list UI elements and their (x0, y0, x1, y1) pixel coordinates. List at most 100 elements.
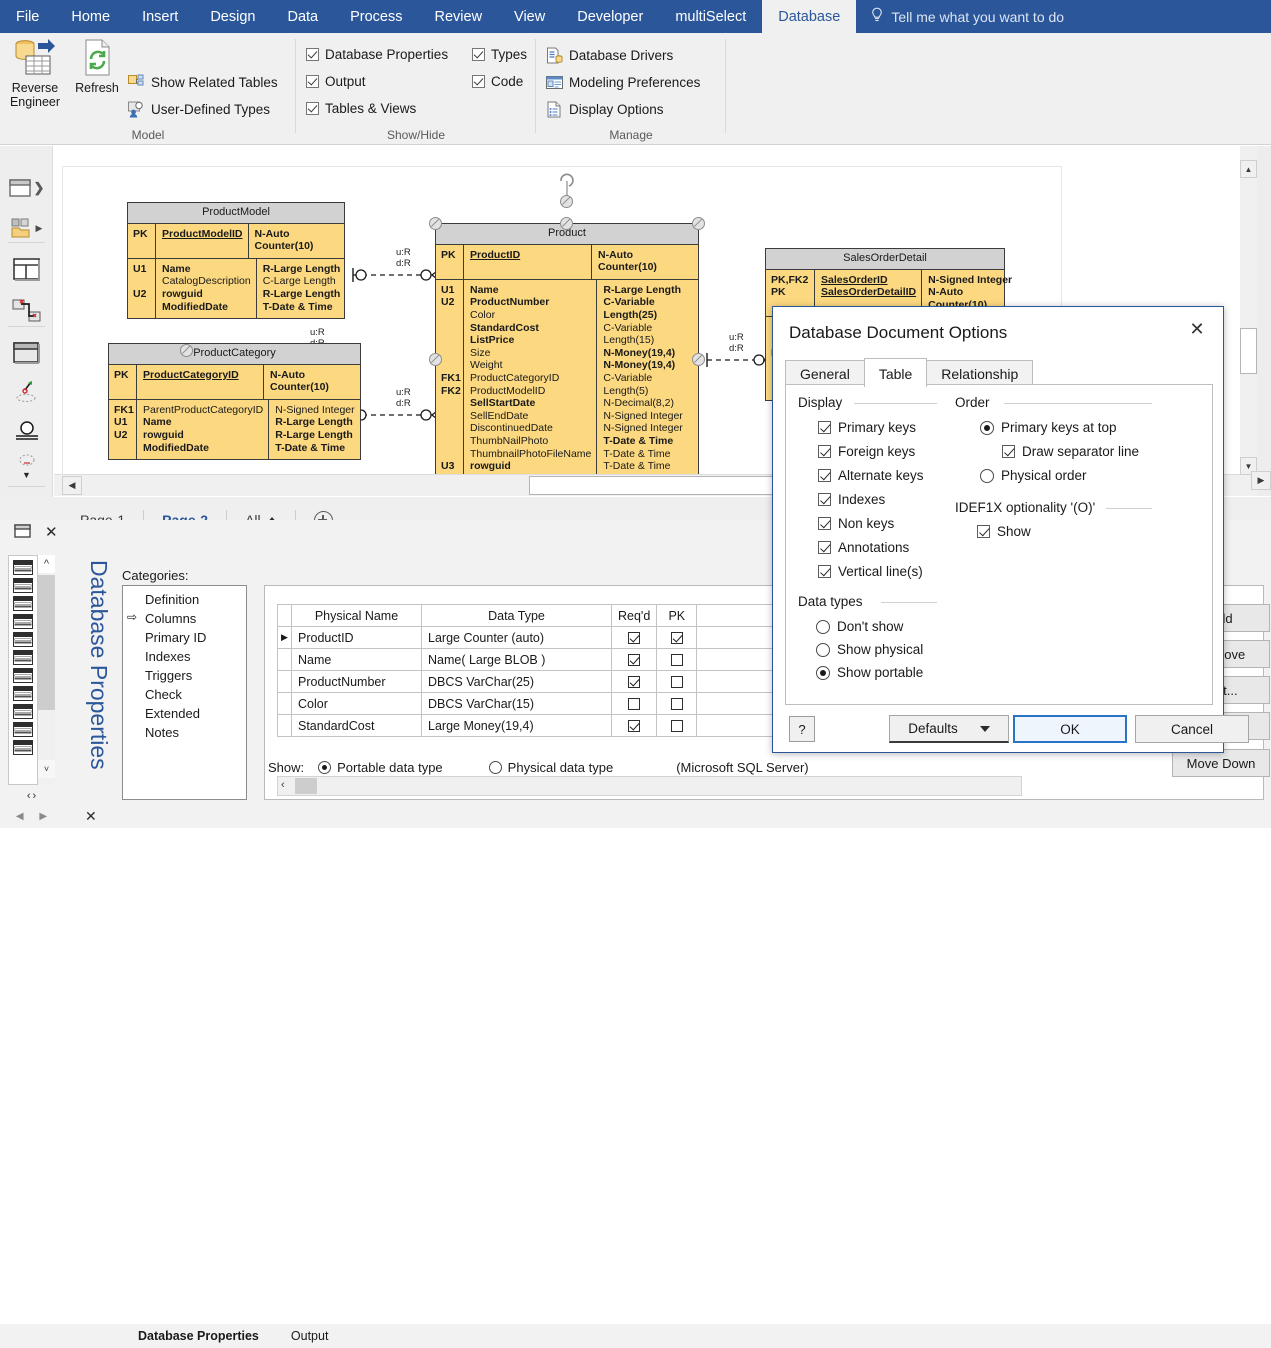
display-options-button[interactable]: Display Options (546, 101, 664, 118)
close-dock-icon[interactable]: ✕ (45, 523, 58, 541)
cell-physical-name[interactable]: StandardCost (291, 714, 422, 737)
category-item-columns[interactable]: Columns (123, 609, 246, 628)
dock-shape-list-scrollbar[interactable]: ^ ˅ (38, 555, 55, 785)
database-document-options-dialog[interactable]: Database Document Options ✕ General Tabl… (772, 306, 1249, 753)
pk-checkbox[interactable] (670, 632, 683, 645)
user-defined-types-button[interactable]: User-Defined Types (128, 101, 270, 118)
ok-button[interactable]: OK (1013, 715, 1127, 743)
cancel-button[interactable]: Cancel (1135, 715, 1249, 743)
radio-show-physical[interactable]: Show physical (816, 642, 923, 657)
pk-checkbox[interactable] (670, 720, 683, 733)
table-tool-button[interactable] (0, 250, 53, 290)
cell-pk[interactable] (656, 692, 698, 715)
view-shape-icon[interactable] (13, 740, 33, 755)
dock-tab-output[interactable]: Output (275, 1329, 345, 1343)
refresh-button[interactable]: Refresh (66, 37, 128, 95)
selection-handle-e[interactable] (692, 353, 705, 366)
checkbox-output[interactable]: Output (306, 74, 366, 89)
pk-checkbox[interactable] (670, 698, 683, 711)
grid-scroll-left-icon[interactable]: ‹ (281, 779, 285, 791)
ribbon-tab-database[interactable]: Database (762, 0, 857, 33)
tell-me-search[interactable]: Tell me what you want to do (856, 0, 1078, 33)
checkbox-database-properties[interactable]: Database Properties (306, 47, 448, 62)
category-item-triggers[interactable]: Triggers (123, 666, 246, 685)
reqd-checkbox[interactable] (628, 632, 641, 645)
cell-pk[interactable] (656, 670, 698, 693)
dock-close-x[interactable]: ✕ (85, 808, 97, 825)
cell-pk[interactable] (656, 714, 698, 737)
category-item-extended[interactable]: Extended (123, 704, 246, 723)
modeling-preferences-button[interactable]: Modeling Preferences (546, 74, 700, 91)
selection-handle-ne[interactable] (692, 217, 705, 230)
ribbon-tab-file[interactable]: File (0, 0, 55, 33)
checkbox-alternate-keys[interactable]: Alternate keys (818, 468, 924, 483)
cell-data-type[interactable]: Name( Large BLOB ) (421, 648, 612, 671)
er-table-product[interactable]: Product PK ProductID N-Auto Counter(10) … (435, 223, 699, 474)
scroll-right-button[interactable]: ▶ (1251, 471, 1271, 490)
cell-physical-name[interactable]: Color (291, 692, 422, 715)
col-header-pk[interactable]: PK (656, 604, 698, 627)
dialog-close-button[interactable]: ✕ (1177, 315, 1217, 343)
reqd-checkbox[interactable] (628, 654, 641, 667)
dialog-tab-general[interactable]: General (785, 360, 865, 387)
table-shape-icon[interactable] (13, 668, 33, 683)
col-header-data-type[interactable]: Data Type (421, 604, 612, 627)
table-shape-icon[interactable] (13, 614, 33, 629)
scroll-up-button[interactable]: ▲ (1240, 160, 1257, 178)
reverse-engineer-button[interactable]: Reverse Engineer (4, 37, 66, 109)
scroll-left-button[interactable]: ◀ (62, 476, 82, 495)
ribbon-tab-review[interactable]: Review (419, 0, 499, 33)
radio-show-portable[interactable]: Show portable (816, 665, 923, 680)
radio-dont-show[interactable]: Don't show (816, 619, 903, 634)
pk-checkbox[interactable] (670, 654, 683, 667)
database-drivers-button[interactable]: Database Drivers (546, 47, 673, 64)
checkbox-primary-keys[interactable]: Primary keys (818, 420, 916, 435)
canvas-vscroll-thumb[interactable] (1240, 328, 1257, 374)
radio-physical-data-type[interactable]: Physical data type (488, 760, 613, 775)
selection-handle-nw[interactable] (429, 217, 442, 230)
cell-data-type[interactable]: Large Counter (auto) (421, 626, 612, 649)
col-header-reqd[interactable]: Req'd (610, 604, 658, 627)
ribbon-tab-multiselect[interactable]: multiSelect (659, 0, 762, 33)
relationship-tool-button[interactable] (0, 291, 53, 331)
category-item-check[interactable]: Check (123, 685, 246, 704)
cell-reqd[interactable] (610, 626, 658, 649)
nav-next-icon[interactable]: ▶ (39, 811, 47, 822)
checkbox-annotations[interactable]: Annotations (818, 540, 909, 555)
radio-primary-keys-at-top[interactable]: Primary keys at top (980, 420, 1117, 435)
ribbon-tab-data[interactable]: Data (271, 0, 334, 33)
cell-physical-name[interactable]: Name (291, 648, 422, 671)
table-shape-icon[interactable] (13, 704, 33, 719)
nav-prev-icon[interactable]: ◀ (16, 811, 24, 822)
checkbox-indexes[interactable]: Indexes (818, 492, 885, 507)
selection-handle-w[interactable] (429, 353, 442, 366)
selection-handle-mid-w[interactable] (180, 344, 193, 357)
table-shape-icon[interactable] (13, 578, 33, 593)
checkbox-idef1x-show[interactable]: Show (977, 524, 1031, 539)
dock-tab-database-properties[interactable]: Database Properties (122, 1329, 275, 1343)
ribbon-tab-home[interactable]: Home (55, 0, 126, 33)
er-table-productmodel[interactable]: ProductModel PK ProductModelID N-Auto Co… (127, 202, 345, 320)
shapes-window-button[interactable]: ❯ (0, 168, 53, 208)
checkbox-foreign-keys[interactable]: Foreign keys (818, 444, 915, 459)
connector-tool-button[interactable] (0, 372, 53, 412)
defaults-button[interactable]: Defaults (889, 715, 1009, 743)
grid-hscroll-thumb[interactable] (295, 778, 317, 794)
col-header-physical-name[interactable]: Physical Name (291, 604, 422, 627)
cell-reqd[interactable] (610, 670, 658, 693)
ribbon-tab-view[interactable]: View (498, 0, 561, 33)
radio-physical-order[interactable]: Physical order (980, 468, 1087, 483)
category-item-primary-id[interactable]: Primary ID (123, 628, 246, 647)
ribbon-tab-design[interactable]: Design (194, 0, 271, 33)
table-shape-icon[interactable] (13, 596, 33, 611)
shape-scroll-up-button[interactable]: ^ (38, 555, 55, 573)
move-down-button[interactable]: Move Down (1172, 749, 1270, 777)
more-tools-button[interactable]: ▼ (0, 446, 53, 486)
category-item-notes[interactable]: Notes (123, 723, 246, 742)
checkbox-tables-views[interactable]: Tables & Views (306, 101, 416, 116)
table-shape-icon[interactable] (13, 560, 33, 575)
table-shape-icon[interactable] (13, 650, 33, 665)
shape-list-hscroll[interactable]: ‹ › (8, 788, 55, 804)
dialog-tab-table[interactable]: Table (863, 358, 928, 387)
checkbox-vertical-lines[interactable]: Vertical line(s) (818, 564, 923, 579)
